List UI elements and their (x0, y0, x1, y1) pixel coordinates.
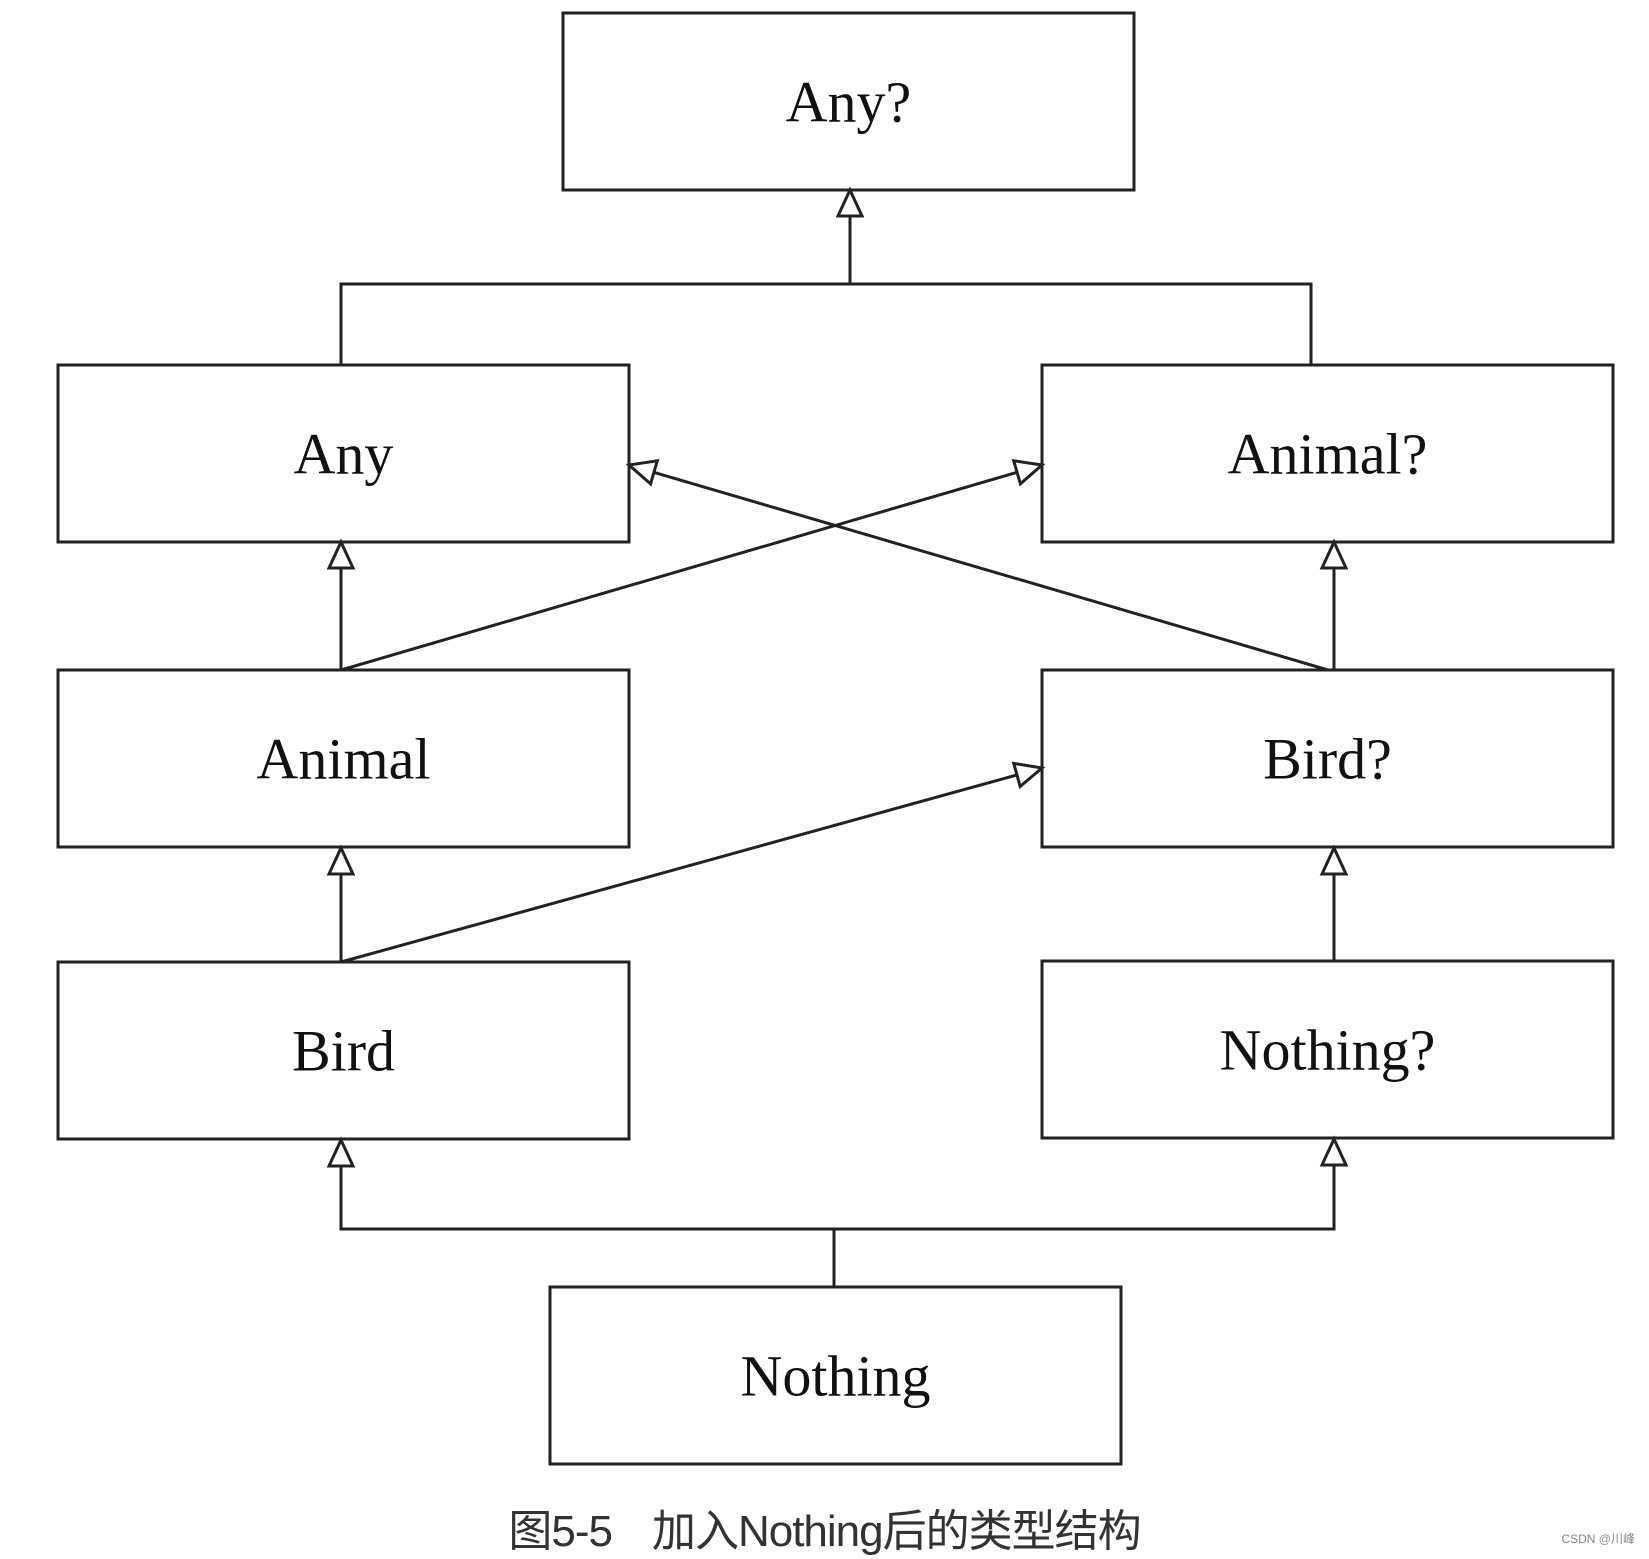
arrow-head-icon (326, 538, 356, 570)
arrow-head-icon (1011, 761, 1046, 790)
arrow-head-icon (835, 186, 865, 218)
arrow-head-icon (326, 844, 356, 876)
figure-number: 图5-5 (508, 1507, 613, 1556)
watermark: CSDN @川峰 (1561, 1532, 1635, 1546)
node-label-bird: Bird (292, 1019, 395, 1084)
figure-caption: 图5-5 加入Nothing后的类型结构 (0, 1495, 1649, 1559)
node-label-nothing: Nothing (740, 1344, 930, 1409)
node-label-any_nullable: Any? (786, 70, 912, 135)
arrow-head-icon (625, 458, 660, 487)
edge-to-any-nullable-bracket (339, 282, 1313, 365)
node-label-bird_nullable: Bird? (1263, 727, 1392, 792)
node-label-animal_nullable: Animal? (1228, 422, 1428, 487)
type-hierarchy-diagram: Any? Any Animal? Animal Bird? Bird Nothing? Not… (56, 11, 1615, 1466)
arrow-head-icon (326, 1136, 356, 1168)
arrow-head-icon (1319, 844, 1349, 876)
caption-text: 加入Nothing后的类型结构 (651, 1507, 1142, 1556)
edge-from-nothing-bracket (339, 1139, 1336, 1231)
arrow-head-icon (1319, 538, 1349, 570)
node-label-animal: Animal (257, 727, 431, 792)
node-label-any: Any (294, 422, 394, 487)
arrow-head-icon (1011, 458, 1046, 487)
arrow-head-icon (1319, 1135, 1349, 1167)
node-label-nothing_nullable: Nothing? (1220, 1018, 1436, 1083)
